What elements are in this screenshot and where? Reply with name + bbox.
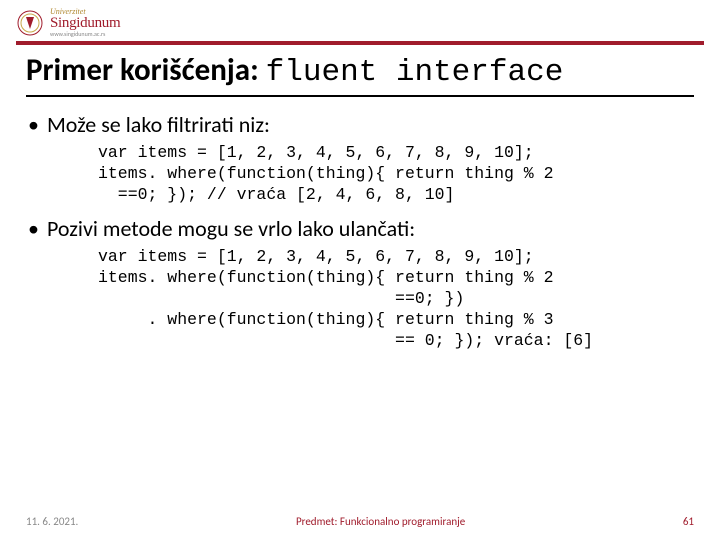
- logo-name-label: Singidunum: [50, 16, 120, 31]
- bullet-2-text: Pozivi metode mogu se vrlo lako ulančati…: [47, 215, 415, 242]
- logo-text: Univerzitet Singidunum www.singidunum.ac…: [50, 8, 120, 37]
- bullet-dot-icon: •: [26, 215, 39, 242]
- header-rule: [16, 41, 704, 45]
- bullet-2: • Pozivi metode mogu se vrlo lako ulanča…: [26, 215, 694, 242]
- bullet-1: • Može se lako filtrirati niz:: [26, 111, 694, 138]
- logo-emblem: [16, 9, 44, 37]
- title-mono: fluent interface: [266, 55, 564, 90]
- bullet-1-text: Može se lako filtrirati niz:: [47, 111, 270, 138]
- title-prefix: Primer korišćenja:: [26, 51, 266, 89]
- slide-content: Primer korišćenja: fluent interface • Mo…: [0, 45, 720, 352]
- slide-footer: 11. 6. 2021. Predmet: Funkcionalno progr…: [0, 515, 720, 528]
- code-block-1: var items = [1, 2, 3, 4, 5, 6, 7, 8, 9, …: [98, 142, 694, 205]
- footer-page-number: 61: [683, 515, 694, 528]
- logo-url-label: www.singidunum.ac.rs: [50, 31, 120, 37]
- bullet-dot-icon: •: [26, 111, 39, 138]
- logo: Univerzitet Singidunum www.singidunum.ac…: [16, 8, 704, 37]
- footer-date: 11. 6. 2021.: [26, 515, 78, 528]
- slide-title: Primer korišćenja: fluent interface: [26, 53, 694, 97]
- footer-subject: Predmet: Funkcionalno programiranje: [296, 515, 465, 528]
- slide-header: Univerzitet Singidunum www.singidunum.ac…: [0, 0, 720, 45]
- code-block-2: var items = [1, 2, 3, 4, 5, 6, 7, 8, 9, …: [98, 246, 694, 352]
